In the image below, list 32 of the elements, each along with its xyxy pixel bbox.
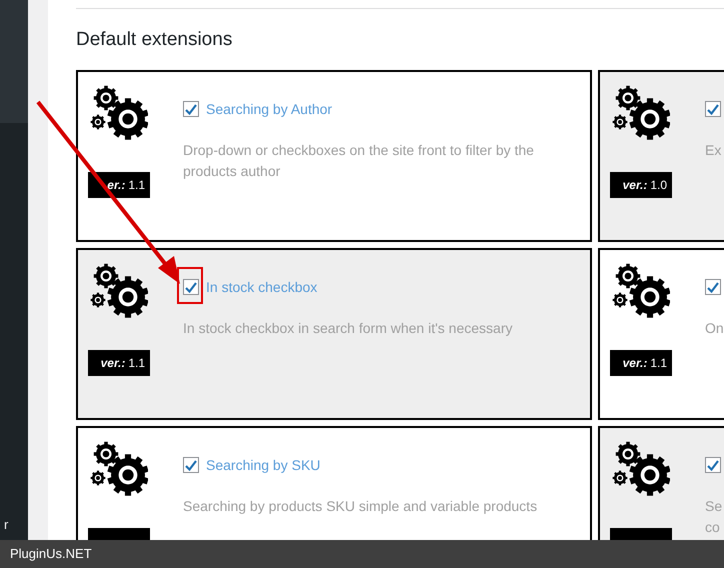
extension-title[interactable]: In stock checkbox [206,276,318,298]
version-label: ver.: [622,355,648,372]
footer-brand[interactable]: PluginUs.NET [10,544,92,564]
extension-title[interactable]: Searching by SKU [206,454,320,476]
extension-description: Se co [705,497,724,537]
section-heading: Default extensions [76,28,234,50]
checkbox[interactable] [705,457,721,473]
extension-description: Ex [705,141,722,160]
checkmark-icon [707,460,719,470]
version-number: 1.1 [128,355,145,372]
version-label: ver.: [100,355,126,372]
checkbox[interactable] [183,279,199,295]
checkbox[interactable] [183,457,199,473]
checkmark-icon [185,460,197,470]
version-number: 1.0 [650,177,667,194]
checkbox[interactable] [705,101,721,117]
version-label: er.: [107,177,126,194]
extension-description: Searching by products SKU simple and variable products [183,497,538,516]
extension-description: In stock checkbox in search form when it's necessary [183,319,514,338]
extension-title[interactable]: Searching by Author [206,98,332,120]
checkmark-icon [707,104,719,114]
extension-description: Drop-down or checkboxes on the site front to filter by the products author [183,141,535,181]
sidebar-label[interactable]: r [0,514,28,540]
version-number: 1.1 [128,177,145,194]
checkmark-icon [185,282,197,292]
checkmark-icon [707,282,719,292]
version-label: ver.: [622,177,648,194]
version-number: 1.1 [650,355,667,372]
checkmark-icon [185,104,197,114]
checkbox[interactable] [183,101,199,117]
extension-description: On [705,319,724,338]
checkbox[interactable] [705,279,721,295]
